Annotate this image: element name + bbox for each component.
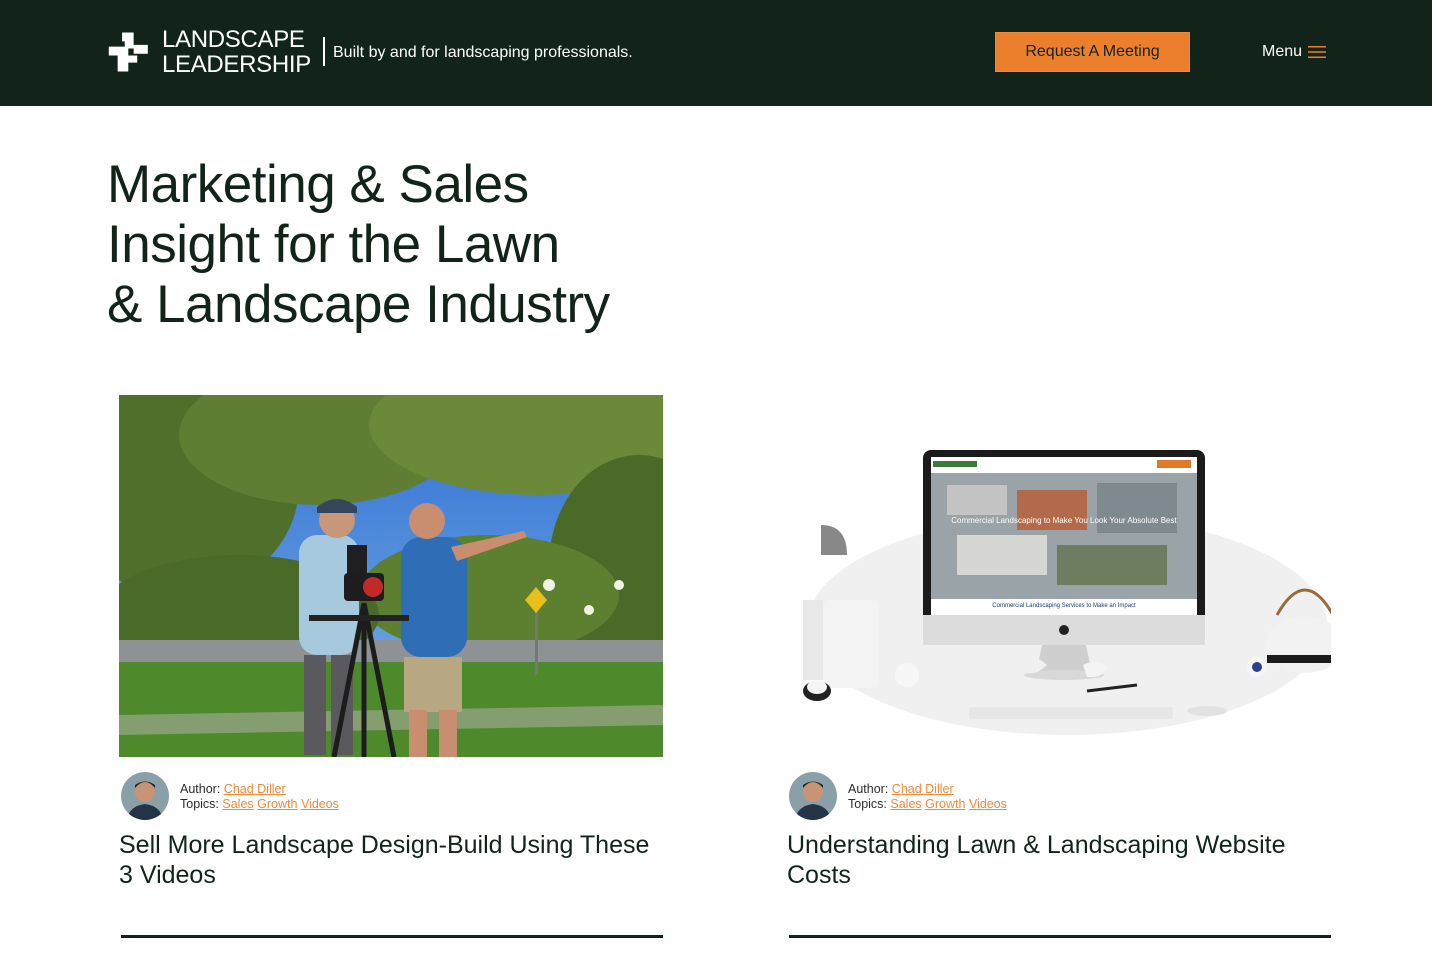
post-title-link[interactable]: Sell More Landscape Design-Build Using T… (119, 830, 659, 890)
page-title: Marketing & Sales Insight for the Lawn &… (107, 155, 727, 335)
post-card: Author: Chad Diller Topics: Sales Growth… (119, 395, 665, 938)
topics-line: Topics: Sales Growth Videos (180, 797, 339, 812)
site-header: LANDSCAPE LEADERSHIP Built by and for la… (0, 0, 1432, 106)
logo-mark-icon (108, 32, 148, 72)
site-logo[interactable]: LANDSCAPE LEADERSHIP (107, 27, 311, 77)
logo-divider (323, 37, 325, 66)
topic-link-videos[interactable]: Videos (301, 797, 339, 811)
menu-label: Menu (1262, 43, 1303, 60)
topic-link-growth[interactable]: Growth (257, 797, 297, 811)
hamburger-icon (1308, 46, 1327, 58)
author-label: Author: (180, 782, 221, 796)
author-line: Author: Chad Diller (848, 782, 1007, 797)
topics-line: Topics: Sales Growth Videos (848, 797, 1007, 812)
menu-button[interactable]: Menu (1262, 42, 1327, 62)
topic-link-sales[interactable]: Sales (890, 797, 921, 811)
page-title-line-2: Insight for the Lawn (107, 215, 560, 274)
author-avatar[interactable] (789, 772, 837, 820)
post-meta: Author: Chad Diller Topics: Sales Growth… (787, 772, 1333, 822)
post-meta: Author: Chad Diller Topics: Sales Growth… (119, 772, 665, 822)
author-link[interactable]: Chad Diller (892, 782, 954, 796)
topic-link-videos[interactable]: Videos (969, 797, 1007, 811)
card-divider (121, 935, 663, 938)
screen-headline: Commercial Landscaping to Make You Look … (951, 516, 1177, 525)
post-card: Commercial Landscaping to Make You Look … (787, 395, 1333, 938)
logo-line-1: LANDSCAPE (161, 26, 305, 53)
page-title-line-1: Marketing & Sales (107, 155, 529, 214)
post-title-link[interactable]: Understanding Lawn & Landscaping Website… (787, 830, 1327, 890)
request-meeting-button[interactable]: Request A Meeting (995, 32, 1190, 72)
author-label: Author: (848, 782, 889, 796)
author-line: Author: Chad Diller (180, 782, 339, 797)
logo-line-2: LEADERSHIP (161, 51, 311, 78)
topic-link-growth[interactable]: Growth (925, 797, 965, 811)
card-divider (789, 935, 1331, 938)
topics-label: Topics: (180, 797, 219, 811)
post-image-videographers[interactable] (119, 395, 663, 757)
post-image-website-mockup[interactable]: Commercial Landscaping to Make You Look … (787, 395, 1331, 757)
screen-subline: Commercial Landscaping Services to Make … (992, 603, 1136, 609)
author-avatar[interactable] (121, 772, 169, 820)
header-tagline: Built by and for landscaping professiona… (333, 44, 633, 61)
page-title-line-3: & Landscape Industry (107, 275, 610, 334)
topic-link-sales[interactable]: Sales (222, 797, 253, 811)
author-link[interactable]: Chad Diller (224, 782, 286, 796)
topics-label: Topics: (848, 797, 887, 811)
